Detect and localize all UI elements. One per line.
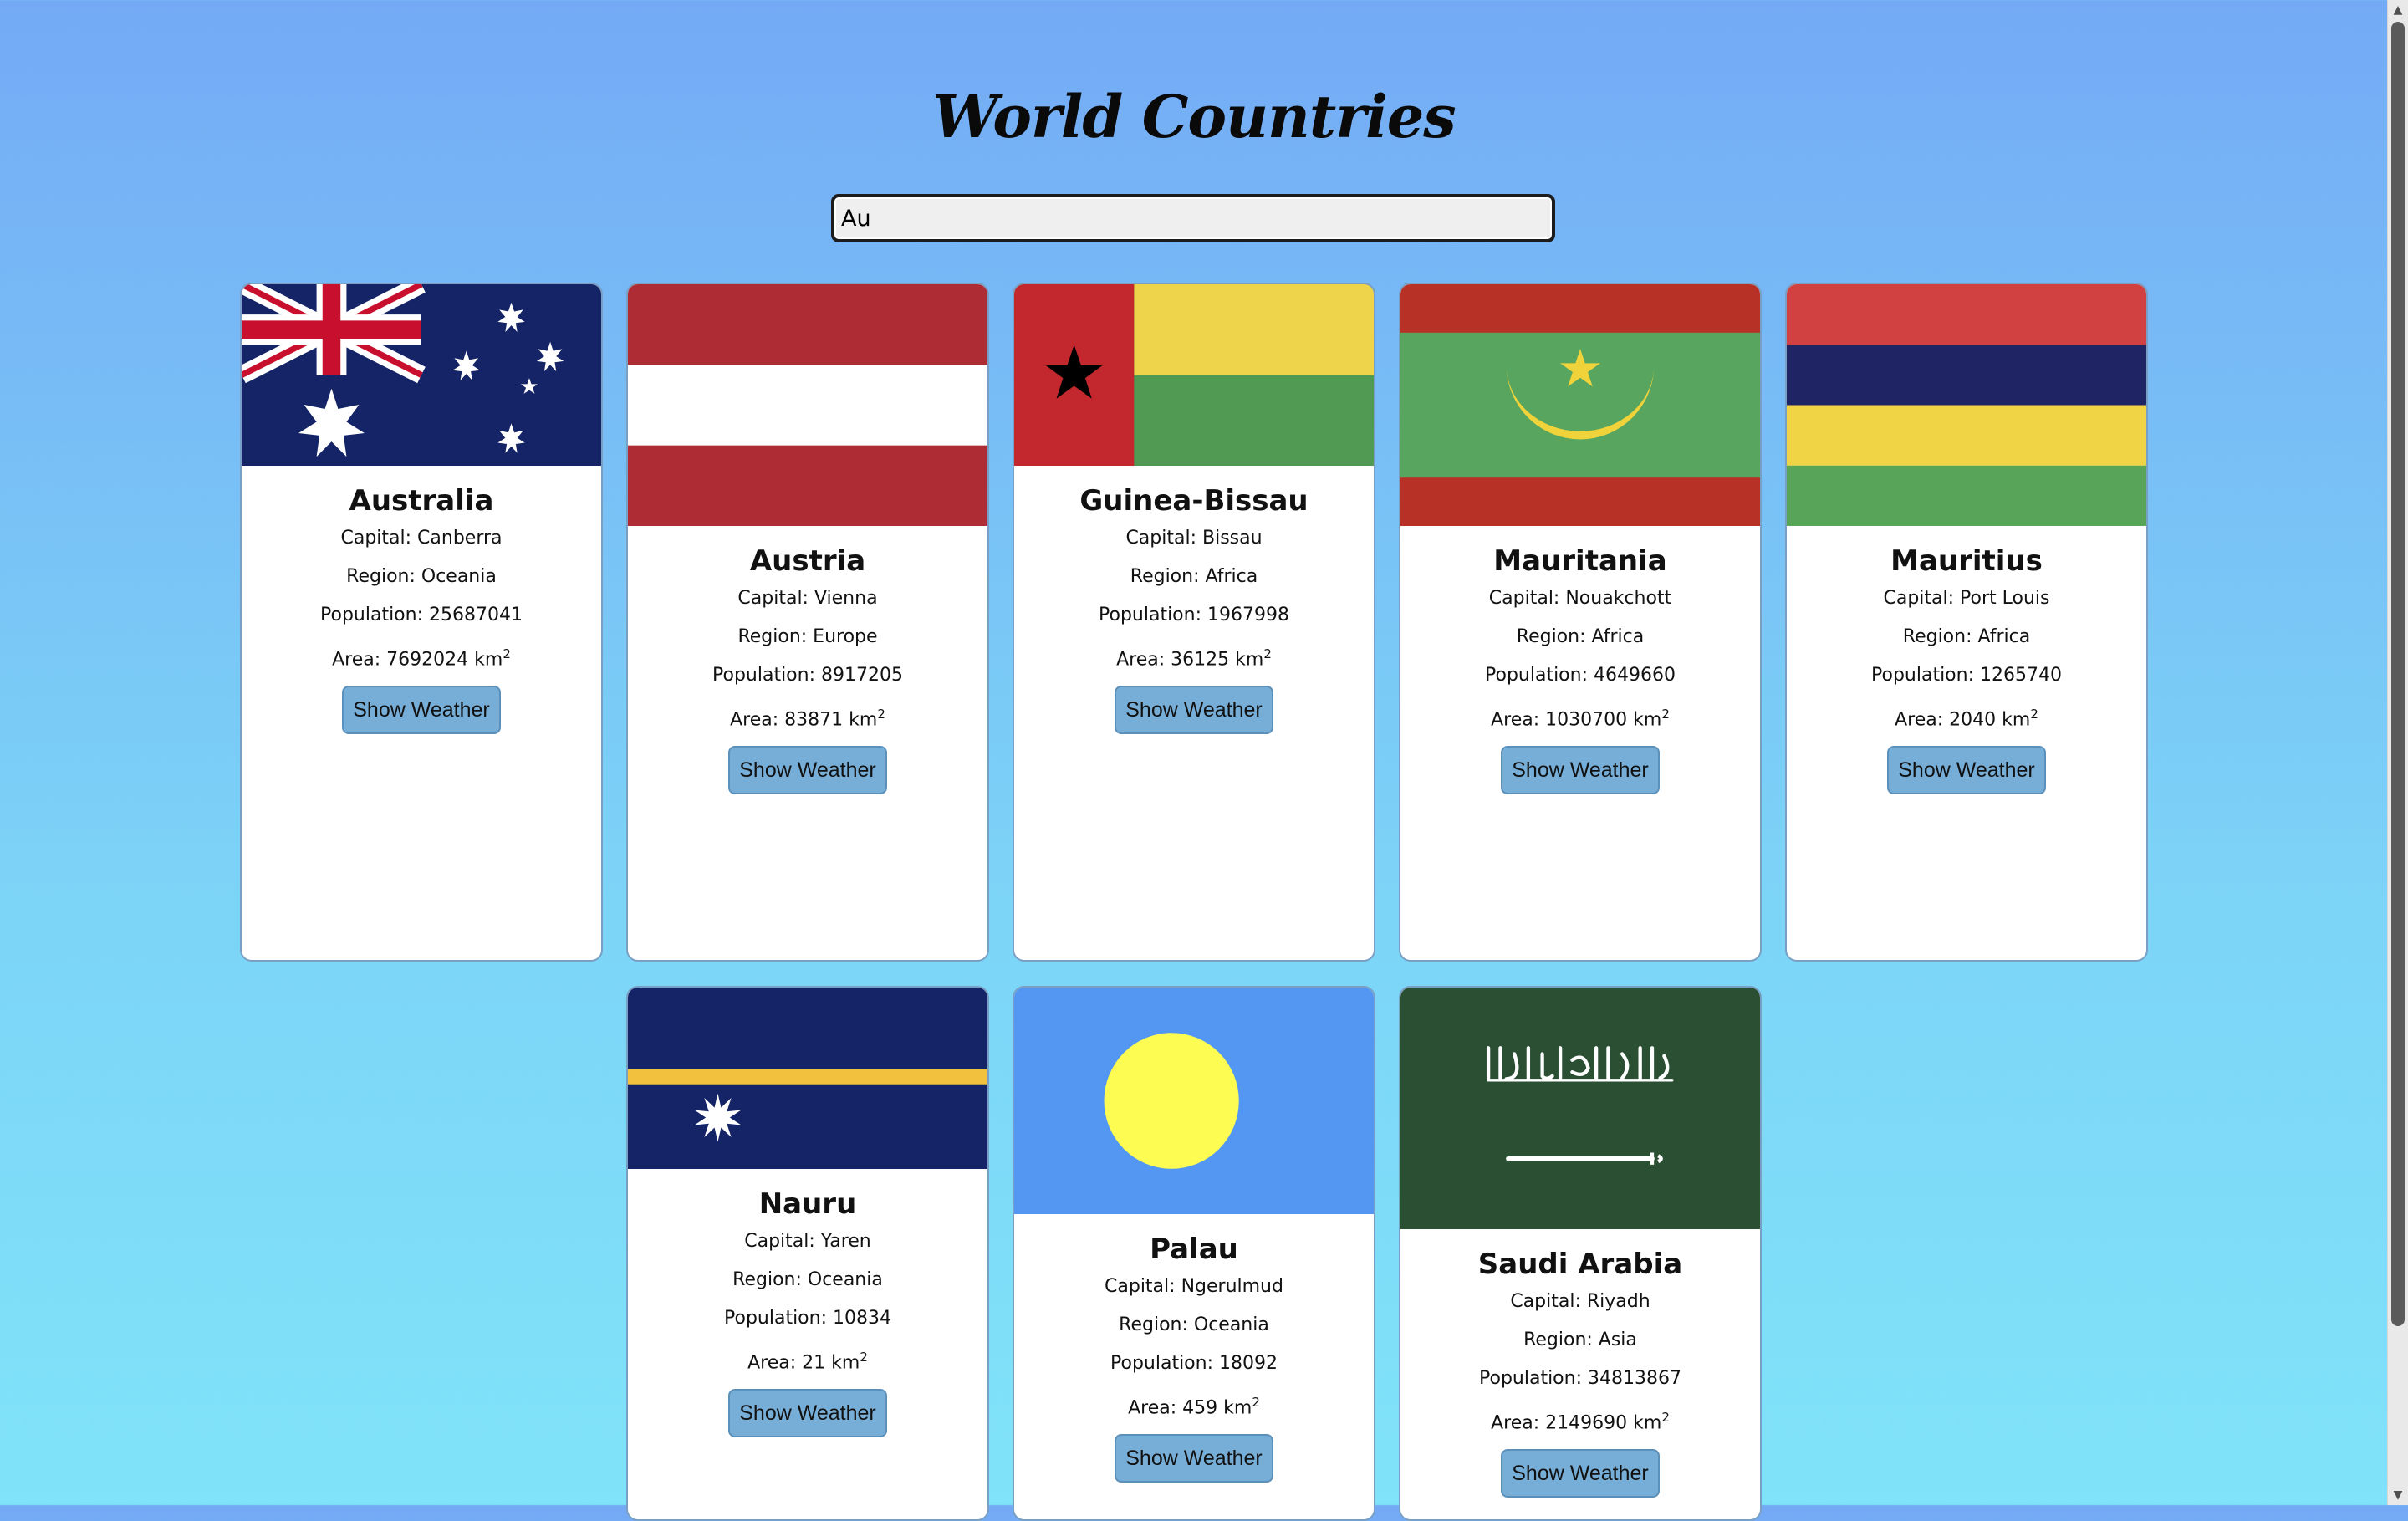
country-area: Area: 1030700 km2 bbox=[1491, 707, 1670, 731]
country-region: Region: Oceania bbox=[732, 1269, 883, 1290]
page-title: World Countries bbox=[932, 82, 1456, 151]
country-name: Mauritania bbox=[1493, 544, 1667, 578]
country-population: Population: 1967998 bbox=[1099, 605, 1289, 625]
scroll-up-arrow-icon[interactable]: ▲ bbox=[2388, 0, 2408, 20]
country-name: Australia bbox=[349, 484, 494, 518]
country-capital: Capital: Yaren bbox=[744, 1231, 871, 1252]
nauru-flag-icon bbox=[628, 988, 987, 1169]
country-region: Region: Asia bbox=[1523, 1330, 1637, 1350]
country-region: Region: Europe bbox=[737, 626, 878, 647]
country-area: Area: 83871 km2 bbox=[730, 707, 885, 731]
country-area: Area: 2040 km2 bbox=[1895, 707, 2038, 731]
country-area: Area: 36125 km2 bbox=[1116, 646, 1272, 671]
show-weather-button[interactable]: Show Weather bbox=[728, 746, 887, 795]
country-region: Region: Africa bbox=[1130, 566, 1258, 587]
palau-flag-icon bbox=[1014, 988, 1374, 1214]
guinea-bissau-flag-icon bbox=[1014, 284, 1374, 466]
country-capital: Capital: Bissau bbox=[1125, 528, 1263, 549]
austria-flag-icon bbox=[628, 284, 987, 526]
saudi-arabia-flag-icon bbox=[1400, 988, 1760, 1229]
country-capital: Capital: Ngerulmud bbox=[1105, 1276, 1283, 1297]
country-population: Population: 25687041 bbox=[320, 605, 523, 625]
country-capital: Capital: Port Louis bbox=[1883, 588, 2050, 609]
country-population: Population: 4649660 bbox=[1485, 665, 1676, 686]
country-capital: Capital: Canberra bbox=[340, 528, 503, 549]
country-card: Austria Capital: Vienna Region: Europe P… bbox=[626, 283, 989, 962]
country-name: Palau bbox=[1150, 1233, 1238, 1266]
country-name: Austria bbox=[749, 544, 866, 578]
country-region: Region: Oceania bbox=[1119, 1314, 1269, 1335]
country-area: Area: 7692024 km2 bbox=[332, 646, 511, 671]
country-region: Region: Africa bbox=[1516, 626, 1645, 647]
show-weather-button[interactable]: Show Weather bbox=[1115, 1434, 1273, 1483]
country-card: Saudi Arabia Capital: Riyadh Region: Asi… bbox=[1399, 986, 1762, 1521]
country-name: Guinea-Bissau bbox=[1079, 484, 1309, 518]
country-region: Region: Africa bbox=[1902, 626, 2031, 647]
country-name: Mauritius bbox=[1890, 544, 2043, 578]
country-population: Population: 8917205 bbox=[712, 665, 903, 686]
show-weather-button[interactable]: Show Weather bbox=[1501, 1449, 1660, 1498]
show-weather-button[interactable]: Show Weather bbox=[1887, 746, 2046, 795]
country-name: Saudi Arabia bbox=[1477, 1248, 1683, 1281]
country-capital: Capital: Riyadh bbox=[1510, 1291, 1650, 1312]
country-card: Mauritius Capital: Port Louis Region: Af… bbox=[1785, 283, 2148, 962]
country-population: Population: 18092 bbox=[1110, 1353, 1278, 1374]
country-name: Nauru bbox=[758, 1187, 857, 1221]
show-weather-button[interactable]: Show Weather bbox=[342, 686, 501, 735]
country-region: Region: Oceania bbox=[346, 566, 497, 587]
country-card: Palau Capital: Ngerulmud Region: Oceania… bbox=[1013, 986, 1375, 1521]
scrollbar-thumb[interactable] bbox=[2391, 22, 2405, 1326]
app-root: World Countries Australia Capital: Canbe… bbox=[0, 0, 2388, 1521]
country-capital: Capital: Nouakchott bbox=[1488, 588, 1672, 609]
vertical-scrollbar[interactable]: ▲ ▼ bbox=[2387, 0, 2408, 1505]
country-capital: Capital: Vienna bbox=[737, 588, 878, 609]
country-card: Guinea-Bissau Capital: Bissau Region: Af… bbox=[1013, 283, 1375, 962]
country-population: Population: 34813867 bbox=[1479, 1368, 1681, 1389]
australia-flag-icon bbox=[242, 284, 601, 466]
country-card: Nauru Capital: Yaren Region: Oceania Pop… bbox=[626, 986, 989, 1521]
mauritania-flag-icon bbox=[1400, 284, 1760, 526]
country-population: Population: 10834 bbox=[724, 1308, 891, 1329]
mauritius-flag-icon bbox=[1787, 284, 2146, 526]
country-area: Area: 459 km2 bbox=[1128, 1395, 1260, 1419]
search-input[interactable] bbox=[831, 194, 1555, 242]
show-weather-button[interactable]: Show Weather bbox=[1501, 746, 1660, 795]
show-weather-button[interactable]: Show Weather bbox=[1115, 686, 1273, 735]
show-weather-button[interactable]: Show Weather bbox=[728, 1389, 887, 1438]
country-area: Area: 2149690 km2 bbox=[1491, 1410, 1670, 1434]
country-area: Area: 21 km2 bbox=[747, 1350, 868, 1374]
scroll-down-arrow-icon[interactable]: ▼ bbox=[2388, 1485, 2408, 1505]
country-card: Australia Capital: Canberra Region: Ocea… bbox=[240, 283, 603, 962]
country-population: Population: 1265740 bbox=[1871, 665, 2062, 686]
country-card: Mauritania Capital: Nouakchott Region: A… bbox=[1399, 283, 1762, 962]
